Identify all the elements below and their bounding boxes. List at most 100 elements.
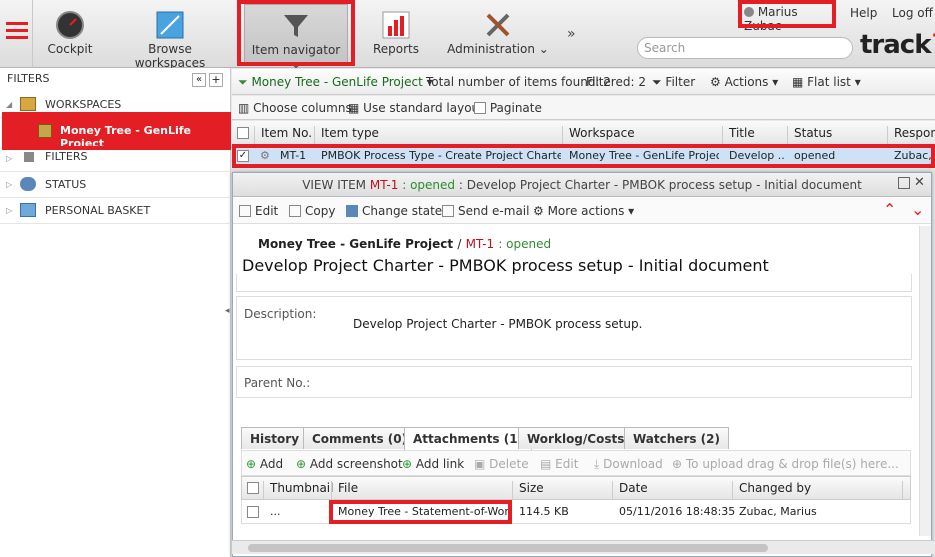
- tree-workspaces[interactable]: ◢ WORKSPACES: [0, 92, 231, 118]
- edit-button[interactable]: Edit: [239, 204, 278, 218]
- delete-button[interactable]: ▣ Delete: [474, 457, 529, 471]
- cell-date: 05/11/2016 18:48:35: [619, 505, 736, 518]
- attachment-toolbar: ⊕ Add ⊕ Add screenshot ⊕ Add link ▣ Dele…: [241, 450, 911, 476]
- edit-attachment-button[interactable]: ▤ Edit: [540, 457, 578, 471]
- download-icon: ⤓: [594, 457, 604, 471]
- select-all-attachments-checkbox[interactable]: [247, 482, 259, 494]
- col-size[interactable]: Size: [512, 481, 544, 499]
- tab-watchers[interactable]: Watchers (2): [624, 427, 729, 449]
- more-actions-button[interactable]: ⚙ More actions ▾: [533, 204, 634, 218]
- collapse-panel-button[interactable]: «: [192, 73, 206, 87]
- col-file[interactable]: File: [331, 481, 358, 499]
- col-item-type[interactable]: Item type: [314, 126, 379, 144]
- expand-arrow-icon: ▷: [6, 180, 13, 189]
- scrollbar-thumb[interactable]: [248, 544, 768, 552]
- user-menu[interactable]: Marius Zubac: [744, 5, 832, 33]
- tree-label: PERSONAL BASKET: [45, 204, 151, 217]
- col-thumbnail[interactable]: Thumbnail: [263, 481, 333, 499]
- gear-icon: ⚙: [710, 75, 725, 89]
- add-filter-button[interactable]: +: [209, 73, 223, 87]
- col-title[interactable]: Title: [722, 126, 755, 144]
- col-date[interactable]: Date: [612, 481, 648, 499]
- col-workspace[interactable]: Workspace: [562, 126, 635, 144]
- close-icon[interactable]: ✕: [914, 175, 925, 190]
- bar-chart-icon: [382, 11, 410, 39]
- next-item-icon[interactable]: ⌄: [911, 200, 924, 219]
- add-screenshot-button[interactable]: ⊕ Add screenshot: [296, 457, 403, 471]
- nav-browse-workspaces[interactable]: Browse workspaces: [118, 4, 222, 70]
- tree-status[interactable]: ▷ STATUS: [0, 172, 231, 198]
- col-item-no[interactable]: Item No.: [254, 126, 312, 144]
- paginate-checkbox[interactable]: [474, 102, 486, 114]
- flat-list-menu[interactable]: ▦ Flat list ▾: [792, 75, 861, 89]
- choose-columns-button[interactable]: ▥ Choose columns: [238, 101, 352, 115]
- gauge-icon: [56, 11, 84, 39]
- tab-attachments[interactable]: Attachments (1): [404, 427, 533, 450]
- download-button[interactable]: ⤓ Download: [594, 457, 663, 472]
- add-link-button[interactable]: ⊕ Add link: [402, 457, 464, 471]
- gear-icon: [20, 177, 36, 191]
- attachment-checkbox[interactable]: [247, 506, 259, 518]
- row-checkbox[interactable]: ✓: [237, 150, 249, 162]
- col-responsible[interactable]: Respons: [887, 126, 935, 144]
- filter-button[interactable]: ⏷ Filter: [652, 75, 695, 90]
- tab-history[interactable]: History: [241, 427, 309, 449]
- gear-icon: ⚙: [533, 204, 548, 218]
- maximize-icon[interactable]: [898, 177, 910, 189]
- previous-item-icon[interactable]: ⌃: [883, 200, 896, 219]
- workspaces-icon: [20, 97, 36, 111]
- col-extra[interactable]: [902, 481, 909, 499]
- tree-project-selected[interactable]: Money Tree - GenLife Project: [6, 116, 228, 150]
- col-changed-by[interactable]: Changed by: [732, 481, 811, 499]
- columns-icon: ▥: [238, 101, 254, 115]
- hamburger-menu-icon[interactable]: [6, 22, 28, 40]
- paginate-toggle[interactable]: Paginate: [474, 101, 542, 115]
- change-state-button[interactable]: Change state: [346, 204, 442, 218]
- parent-label: Parent No.:: [244, 376, 311, 390]
- nav-item-navigator[interactable]: Item navigator ⌄: [244, 4, 348, 71]
- delete-icon: ▣: [474, 457, 490, 471]
- track-logo: track+: [860, 20, 935, 60]
- nav-reports[interactable]: Reports: [370, 4, 422, 64]
- description-label: Description:: [244, 307, 317, 321]
- select-all-checkbox[interactable]: [237, 127, 249, 139]
- list-icon: ▦: [792, 75, 808, 89]
- add-attachment-button[interactable]: ⊕ Add: [246, 457, 283, 471]
- breadcrumb-workspace: Money Tree - GenLife Project: [258, 237, 454, 251]
- expand-arrow-icon: ▷: [6, 154, 13, 163]
- nav-cockpit[interactable]: Cockpit: [42, 4, 98, 64]
- tree-filters[interactable]: ▷ FILTERS: [0, 146, 231, 172]
- cell-status: opened: [794, 149, 836, 162]
- cell-responsible: Zubac, M: [894, 149, 934, 162]
- help-link[interactable]: Help: [850, 6, 877, 20]
- cell-item-no: MT-1: [280, 149, 307, 162]
- tab-comments[interactable]: Comments (0): [303, 427, 417, 449]
- cell-file[interactable]: Money Tree - Statement-of-Work...: [338, 505, 508, 518]
- vertical-scrollbar[interactable]: [919, 226, 931, 536]
- send-email-button[interactable]: Send e-mail: [442, 204, 529, 218]
- search-input[interactable]: Search: [637, 37, 853, 59]
- more-nav-button[interactable]: »: [567, 26, 576, 42]
- col-status[interactable]: Status: [787, 126, 832, 144]
- layout-icon: ▦: [348, 101, 364, 115]
- attachment-header: Thumbnail File Size Date Changed by: [241, 476, 911, 500]
- tab-worklog[interactable]: Worklog/Costs: [518, 427, 634, 449]
- tools-icon: [486, 13, 510, 37]
- add-icon: ⊕: [246, 457, 260, 471]
- horizontal-scrollbar[interactable]: [232, 540, 935, 554]
- funnel-icon: ⏷: [238, 75, 248, 89]
- cell-changed-by: Zubac, Marius: [739, 505, 817, 518]
- cell-thumbnail: ...: [270, 505, 281, 518]
- breadcrumb: Money Tree - GenLife Project / MT-1 : op…: [258, 237, 552, 251]
- actions-menu[interactable]: ⚙ Actions ▾: [710, 75, 778, 89]
- nav-administration[interactable]: Administration ⌄: [446, 4, 550, 64]
- logoff-link[interactable]: Log off: [892, 6, 933, 20]
- attachment-row[interactable]: ... Money Tree - Statement-of-Work... 11…: [241, 500, 911, 524]
- copy-button[interactable]: Copy: [289, 204, 335, 218]
- item-toolbar: ⏷ Money Tree - GenLife Project ▾ Total n…: [232, 69, 935, 95]
- table-row[interactable]: ✓ ⚙ MT-1 PMBOK Process Type - Create Pro…: [232, 146, 935, 166]
- tree-personal-basket[interactable]: ▷ PERSONAL BASKET: [0, 198, 231, 224]
- project-selector[interactable]: ⏷ Money Tree - GenLife Project ▾: [238, 75, 433, 90]
- drag-drop-hint[interactable]: ⊕ To upload drag & drop file(s) here...: [672, 457, 899, 471]
- standard-layout-button[interactable]: ▦ Use standard layout: [348, 101, 484, 115]
